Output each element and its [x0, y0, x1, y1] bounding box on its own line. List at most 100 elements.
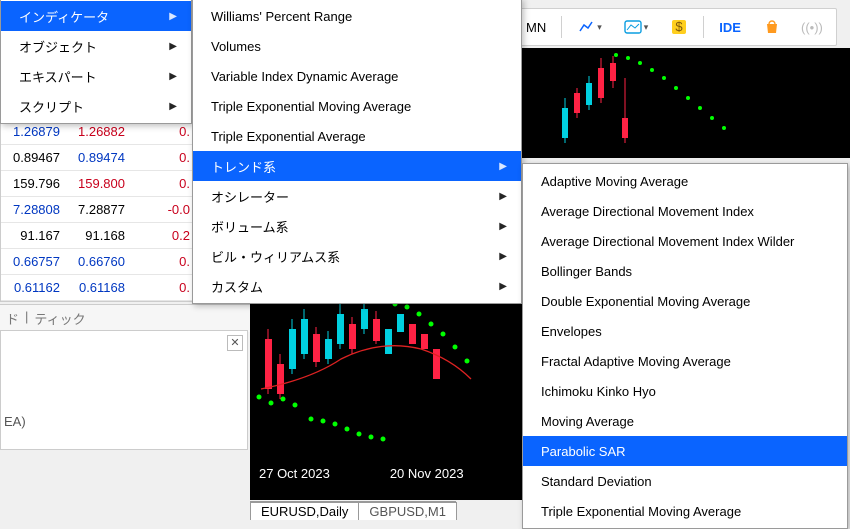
signal-button[interactable]: ((•))	[794, 13, 830, 41]
trend-indicators-submenu: Adaptive Moving Average Average Direction…	[522, 163, 848, 529]
chart-style-dropdown[interactable]: ▾	[615, 13, 658, 41]
cell: 0.2	[131, 228, 196, 243]
market-row[interactable]: 159.796159.8000.	[1, 171, 199, 197]
insert-menu-item-1[interactable]: オブジェクト ▶	[1, 31, 191, 61]
indicators-item-9[interactable]: カスタム▶	[193, 271, 521, 301]
cell: 0.	[131, 280, 196, 295]
top-toolbar: MN ▾ ▾ $ IDE ((•))	[510, 8, 837, 46]
chevron-down-icon: ▾	[644, 22, 649, 33]
menu-item-label: トレンド系	[211, 157, 276, 176]
trend-item-3[interactable]: Bollinger Bands	[523, 256, 847, 286]
menu-item-label: Bollinger Bands	[541, 264, 632, 279]
dollar-icon: $	[670, 18, 688, 36]
cell: 1.26882	[66, 124, 131, 139]
indicators-item-4[interactable]: Triple Exponential Average	[193, 121, 521, 151]
menu-item-label: Fractal Adaptive Moving Average	[541, 354, 731, 369]
insert-menu: インディケータ▶ オブジェクト ▶ エキスパート▶スクリプト▶	[0, 0, 192, 124]
market-watch-tabs: ド | ティック	[0, 304, 250, 332]
trend-item-0[interactable]: Adaptive Moving Average	[523, 166, 847, 196]
market-row[interactable]: 91.16791.1680.2	[1, 223, 199, 249]
submenu-arrow-icon: ▶	[499, 191, 507, 202]
menu-item-label: カスタム	[211, 277, 263, 296]
cell: 159.796	[1, 176, 66, 191]
label: MN	[526, 20, 546, 35]
insert-menu-item-3[interactable]: スクリプト▶	[1, 91, 191, 121]
svg-text:$: $	[676, 19, 684, 34]
menu-item-label: インディケータ	[19, 7, 109, 26]
chart-upper-right[interactable]	[522, 48, 850, 158]
trend-item-7[interactable]: Ichimoku Kinko Hyo	[523, 376, 847, 406]
indicators-item-7[interactable]: ボリューム系▶	[193, 211, 521, 241]
separator: |	[25, 309, 28, 328]
trend-item-8[interactable]: Moving Average	[523, 406, 847, 436]
candlestick-chart	[522, 48, 850, 158]
menu-item-label: Average Directional Movement Index Wilde…	[541, 234, 794, 249]
time-label-2: 20 Nov 2023	[390, 466, 464, 481]
indicators-item-3[interactable]: Triple Exponential Moving Average	[193, 91, 521, 121]
trend-item-11[interactable]: Triple Exponential Moving Average	[523, 496, 847, 526]
cell: 7.28877	[66, 202, 131, 217]
close-button[interactable]: ✕	[227, 335, 243, 351]
insert-menu-item-0[interactable]: インディケータ▶	[1, 1, 191, 31]
indicators-item-5[interactable]: トレンド系 ▶	[193, 151, 521, 181]
indicators-item-6[interactable]: オシレーター▶	[193, 181, 521, 211]
trend-item-9[interactable]: Parabolic SAR	[523, 436, 847, 466]
chart-tab-gbpusd[interactable]: GBPUSD,M1	[358, 502, 457, 520]
market-row[interactable]: 0.894670.894740.	[1, 145, 199, 171]
tab-a[interactable]: ド	[6, 309, 19, 328]
ide-button[interactable]: IDE	[710, 15, 750, 40]
cell: 0.	[131, 124, 196, 139]
trend-item-2[interactable]: Average Directional Movement Index Wilde…	[523, 226, 847, 256]
cell: 1.26879	[1, 124, 66, 139]
menu-item-label: Ichimoku Kinko Hyo	[541, 384, 656, 399]
market-row[interactable]: 0.611620.611680.	[1, 275, 199, 301]
tab-tick[interactable]: ティック	[34, 309, 85, 328]
indicators-item-1[interactable]: Volumes	[193, 31, 521, 61]
cell: 0.	[131, 176, 196, 191]
submenu-arrow-icon: ▶	[169, 41, 177, 52]
trend-item-5[interactable]: Envelopes	[523, 316, 847, 346]
market-row[interactable]: 7.288087.28877-0.0	[1, 197, 199, 223]
menu-item-label: Average Directional Movement Index	[541, 204, 754, 219]
menu-item-label: Envelopes	[541, 324, 602, 339]
chart-area-icon	[624, 18, 642, 36]
trade-dollar-button[interactable]: $	[661, 13, 697, 41]
menu-item-label: Standard Deviation	[541, 474, 652, 489]
indicators-item-8[interactable]: ビル・ウィリアムス系 ▶	[193, 241, 521, 271]
menu-item-label: Double Exponential Moving Average	[541, 294, 750, 309]
trend-item-6[interactable]: Fractal Adaptive Moving Average	[523, 346, 847, 376]
menu-item-label: スクリプト	[19, 97, 84, 116]
indicators-item-2[interactable]: Variable Index Dynamic Average	[193, 61, 521, 91]
chart-tabstrip: EURUSD,Daily GBPUSD,M1	[250, 501, 456, 520]
cell: -0.0	[131, 202, 196, 217]
chart-type-dropdown[interactable]: ▾	[568, 13, 611, 41]
indicators-item-0[interactable]: Williams' Percent Range	[193, 1, 521, 31]
market-button[interactable]	[754, 13, 790, 41]
trend-item-1[interactable]: Average Directional Movement Index	[523, 196, 847, 226]
insert-menu-item-2[interactable]: エキスパート▶	[1, 61, 191, 91]
shopping-bag-icon	[763, 18, 781, 36]
submenu-arrow-icon: ▶	[499, 161, 507, 172]
trend-item-4[interactable]: Double Exponential Moving Average	[523, 286, 847, 316]
trend-item-10[interactable]: Standard Deviation	[523, 466, 847, 496]
timeframe-mn-button[interactable]: MN	[517, 15, 555, 40]
chart-time-axis: 27 Oct 2023 20 Nov 2023	[251, 466, 464, 481]
chevron-down-icon: ▾	[597, 22, 602, 33]
cell: 91.168	[66, 228, 131, 243]
label: IDE	[719, 20, 741, 35]
time-label-1: 27 Oct 2023	[259, 466, 330, 481]
market-watch-grid: 1.268791.268820.0.894670.894740.159.7961…	[0, 118, 200, 302]
cell: 0.89467	[1, 150, 66, 165]
menu-item-label: オブジェクト	[19, 37, 97, 56]
chart-tab-eurusd[interactable]: EURUSD,Daily	[250, 502, 359, 520]
cell: 7.28808	[1, 202, 66, 217]
cell: 0.61162	[1, 280, 66, 295]
market-row[interactable]: 0.667570.667600.	[1, 249, 199, 275]
menu-item-label: ビル・ウィリアムス系	[211, 247, 340, 266]
submenu-arrow-icon: ▶	[499, 251, 507, 262]
navigator-panel: ✕	[0, 330, 248, 450]
submenu-arrow-icon: ▶	[499, 221, 507, 232]
cell: 0.66760	[66, 254, 131, 269]
cell: 0.	[131, 150, 196, 165]
cell: 0.66757	[1, 254, 66, 269]
